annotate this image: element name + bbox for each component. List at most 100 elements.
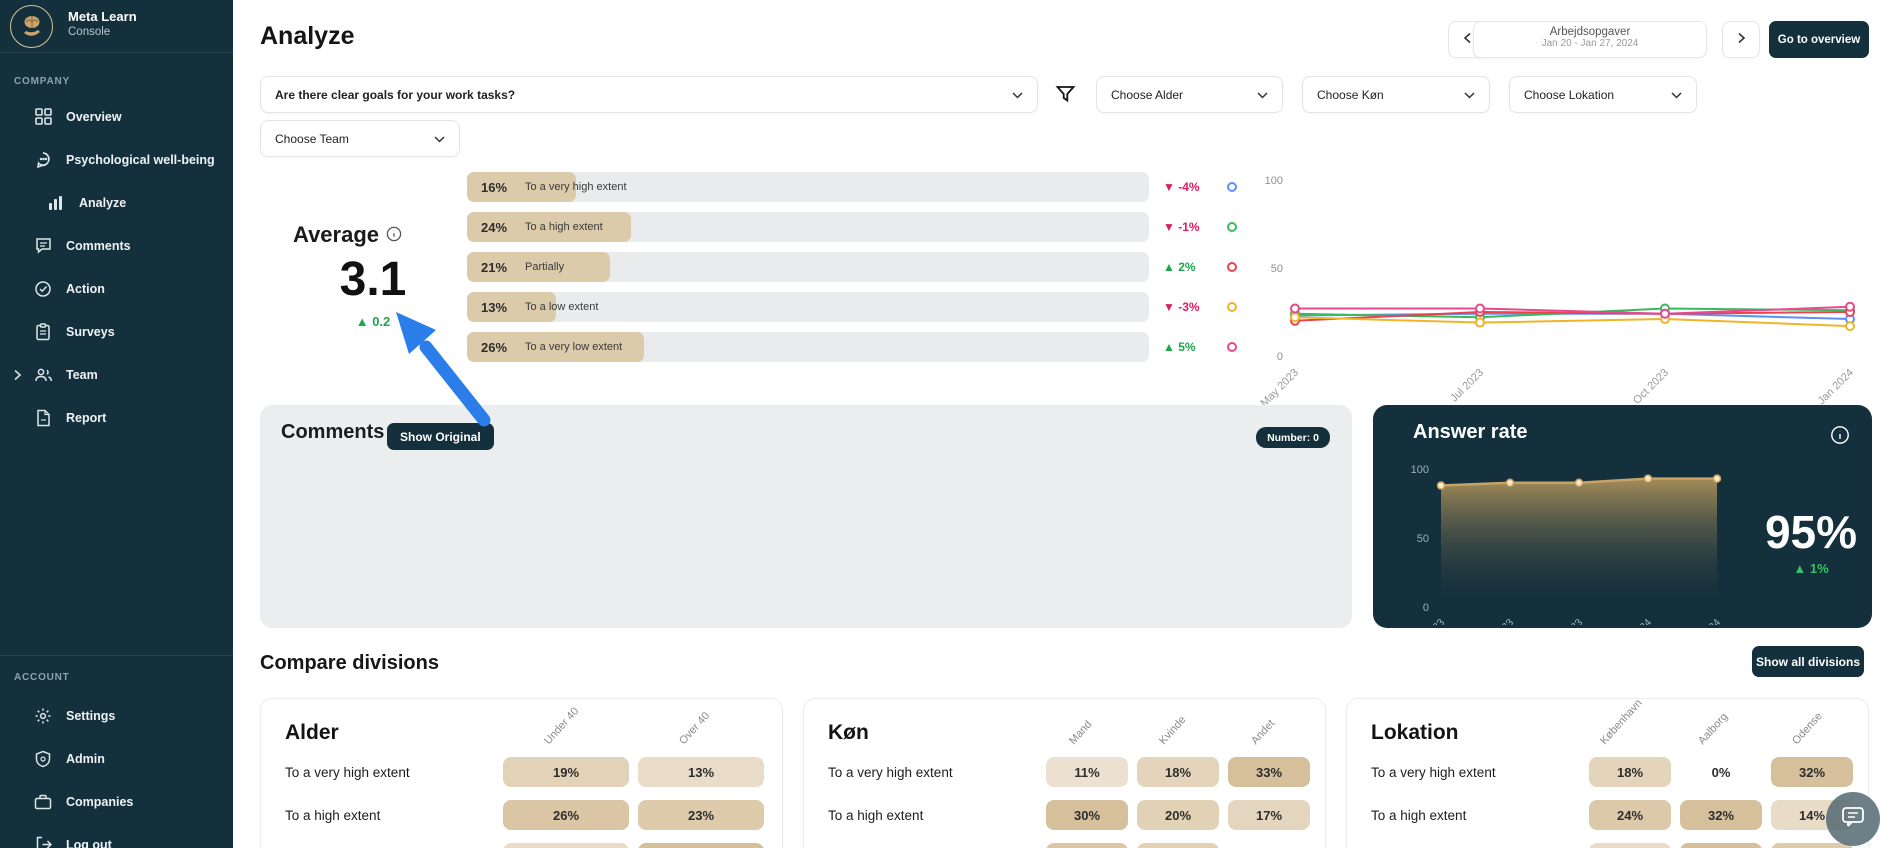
logout-icon bbox=[33, 835, 53, 848]
column-header: Kvinde bbox=[1157, 714, 1188, 747]
show-original-button[interactable]: Show Original bbox=[387, 423, 494, 450]
team-select[interactable]: Choose Team bbox=[260, 120, 460, 157]
team-select-value: Choose Team bbox=[275, 132, 349, 146]
period-selector[interactable]: Arbejdsopgaver Jan 20 - Jan 27, 2024 bbox=[1473, 21, 1707, 58]
value-pill: 25% bbox=[1046, 843, 1128, 848]
value-pill: 26% bbox=[503, 800, 629, 830]
svg-text:50: 50 bbox=[1271, 263, 1283, 275]
sidebar-item-psychological-well-being[interactable]: Psychological well-being bbox=[0, 138, 233, 181]
chevron-down-icon bbox=[434, 132, 445, 146]
answer-rate-title: Answer rate bbox=[1413, 421, 1528, 444]
sidebar-item-report[interactable]: Report bbox=[0, 396, 233, 439]
table-row: To a high extent bbox=[285, 800, 503, 830]
alder-select[interactable]: Choose Alder bbox=[1096, 76, 1283, 113]
value-pill: 11% bbox=[1046, 757, 1128, 787]
sidebar-item-comments[interactable]: Comments bbox=[0, 224, 233, 267]
chat-bubble-icon bbox=[1841, 806, 1865, 833]
gear-icon bbox=[33, 706, 53, 726]
sidebar-item-team[interactable]: Team bbox=[0, 353, 233, 396]
series-marker-red bbox=[1227, 262, 1237, 272]
sidebar-item-overview[interactable]: Overview bbox=[0, 95, 233, 138]
value-pill: 13% bbox=[503, 843, 629, 848]
next-period-button[interactable] bbox=[1722, 21, 1760, 58]
answer-rate-chart: 050100May 2023Jul 2023Oct 2023Jan 2024Ja… bbox=[1401, 457, 1751, 625]
column-header: Odense bbox=[1790, 710, 1825, 747]
chat-button[interactable] bbox=[1826, 792, 1880, 846]
filter-funnel-icon[interactable] bbox=[1055, 84, 1077, 106]
comments-count-badge: Number: 0 bbox=[1256, 427, 1330, 448]
answer-rate-card: Answer rate 050100May 2023Jul 2023Oct 20… bbox=[1373, 405, 1872, 628]
sidebar-item-surveys[interactable]: Surveys bbox=[0, 310, 233, 353]
comment-icon bbox=[33, 236, 53, 256]
column-header: Andet bbox=[1249, 718, 1277, 747]
brain-hand-logo-icon bbox=[10, 5, 53, 48]
question-select[interactable]: Are there clear goals for your work task… bbox=[260, 76, 1038, 113]
down-triangle-icon: ▼ bbox=[1163, 300, 1175, 314]
series-marker-green bbox=[1227, 222, 1237, 232]
brand: Meta Learn Console bbox=[0, 0, 233, 53]
value-pill: 32% bbox=[1680, 800, 1762, 830]
sidebar-item-settings[interactable]: Settings bbox=[0, 694, 233, 737]
sidebar-item-companies[interactable]: Companies bbox=[0, 780, 233, 823]
sidebar-item-logout[interactable]: Log out bbox=[0, 823, 233, 848]
bar-percent: 24% bbox=[481, 220, 525, 235]
average-delta: ▲ 0.2 bbox=[293, 314, 453, 329]
series-marker-pink bbox=[1227, 342, 1237, 352]
show-all-divisions-button[interactable]: Show all divisions bbox=[1752, 646, 1864, 677]
sidebar-item-analyze[interactable]: Analyze bbox=[0, 181, 233, 224]
check-circle-icon bbox=[33, 279, 53, 299]
column-header: Mand bbox=[1067, 719, 1094, 747]
card-title: Lokation bbox=[1371, 721, 1459, 745]
comments-panel: Comments Show Original Number: 0 bbox=[260, 405, 1352, 628]
trend-line-chart: 050100May 2023Jul 2023Oct 2023Jan 2024 bbox=[1253, 165, 1893, 405]
up-triangle-icon: ▲ bbox=[1793, 561, 1806, 576]
bar-percent: 21% bbox=[481, 260, 525, 275]
sidebar-item-admin[interactable]: Admin bbox=[0, 737, 233, 780]
value-pill: 20% bbox=[1137, 843, 1219, 848]
down-triangle-icon: ▼ bbox=[1163, 220, 1175, 234]
column-header: Under 40 bbox=[542, 705, 581, 747]
go-to-overview-button[interactable]: Go to overview bbox=[1769, 21, 1869, 58]
brand-name: Meta Learn bbox=[68, 9, 137, 24]
distribution-row: 16%To a very high extent ▼ -4% bbox=[467, 172, 1237, 202]
bar-percent: 13% bbox=[481, 300, 525, 315]
up-triangle-icon: ▲ bbox=[356, 314, 369, 329]
kon-select[interactable]: Choose Køn bbox=[1302, 76, 1490, 113]
value-pill: 13% bbox=[638, 757, 764, 787]
answer-rate-delta: ▲ 1% bbox=[1761, 561, 1861, 576]
period-range: Jan 20 - Jan 27, 2024 bbox=[1474, 38, 1706, 49]
shield-icon bbox=[33, 749, 53, 769]
chevron-down-icon bbox=[1671, 88, 1682, 102]
lokation-select[interactable]: Choose Lokation bbox=[1509, 76, 1697, 113]
delta-badge: ▼ -1% bbox=[1163, 220, 1227, 234]
bar-track[interactable]: 13%To a low extent bbox=[467, 292, 1149, 322]
delta-badge: ▼ -3% bbox=[1163, 300, 1227, 314]
info-icon[interactable] bbox=[386, 222, 402, 248]
answer-distribution: 16%To a very high extent ▼ -4% 24%To a h… bbox=[467, 172, 1237, 372]
value-pill: 0% bbox=[1680, 757, 1762, 787]
sidebar-item-action[interactable]: Action bbox=[0, 267, 233, 310]
bar-track[interactable]: 26%To a very low extent bbox=[467, 332, 1149, 362]
svg-text:Jan 2024: Jan 2024 bbox=[1684, 617, 1723, 625]
distribution-row: 13%To a low extent ▼ -3% bbox=[467, 292, 1237, 322]
info-icon[interactable] bbox=[1830, 425, 1850, 450]
delta-badge: ▲ 5% bbox=[1163, 340, 1227, 354]
chevron-down-icon bbox=[1464, 88, 1475, 102]
average-value: 3.1 bbox=[293, 252, 453, 307]
value-pill: 20% bbox=[1137, 800, 1219, 830]
period-title: Arbejdsopgaver bbox=[1474, 26, 1706, 38]
up-triangle-icon: ▲ bbox=[1163, 260, 1175, 274]
brand-subtitle: Console bbox=[68, 26, 110, 38]
chevron-right-icon bbox=[13, 368, 22, 386]
value-pill: 0% bbox=[1228, 843, 1310, 848]
bar-track[interactable]: 16%To a very high extent bbox=[467, 172, 1149, 202]
value-pill: 32% bbox=[1680, 843, 1762, 848]
bar-track[interactable]: 24%To a high extent bbox=[467, 212, 1149, 242]
bar-track[interactable]: 21%Partially bbox=[467, 252, 1149, 282]
chevron-down-icon bbox=[1012, 88, 1023, 102]
kon-select-value: Choose Køn bbox=[1317, 88, 1384, 102]
main-content: Analyze Arbejdsopgaver Jan 20 - Jan 27, … bbox=[233, 0, 1902, 848]
table-row: Partially bbox=[285, 843, 503, 848]
svg-text:0: 0 bbox=[1277, 351, 1283, 363]
company-nav: Overview Psychological well-being Analyz… bbox=[0, 95, 233, 439]
